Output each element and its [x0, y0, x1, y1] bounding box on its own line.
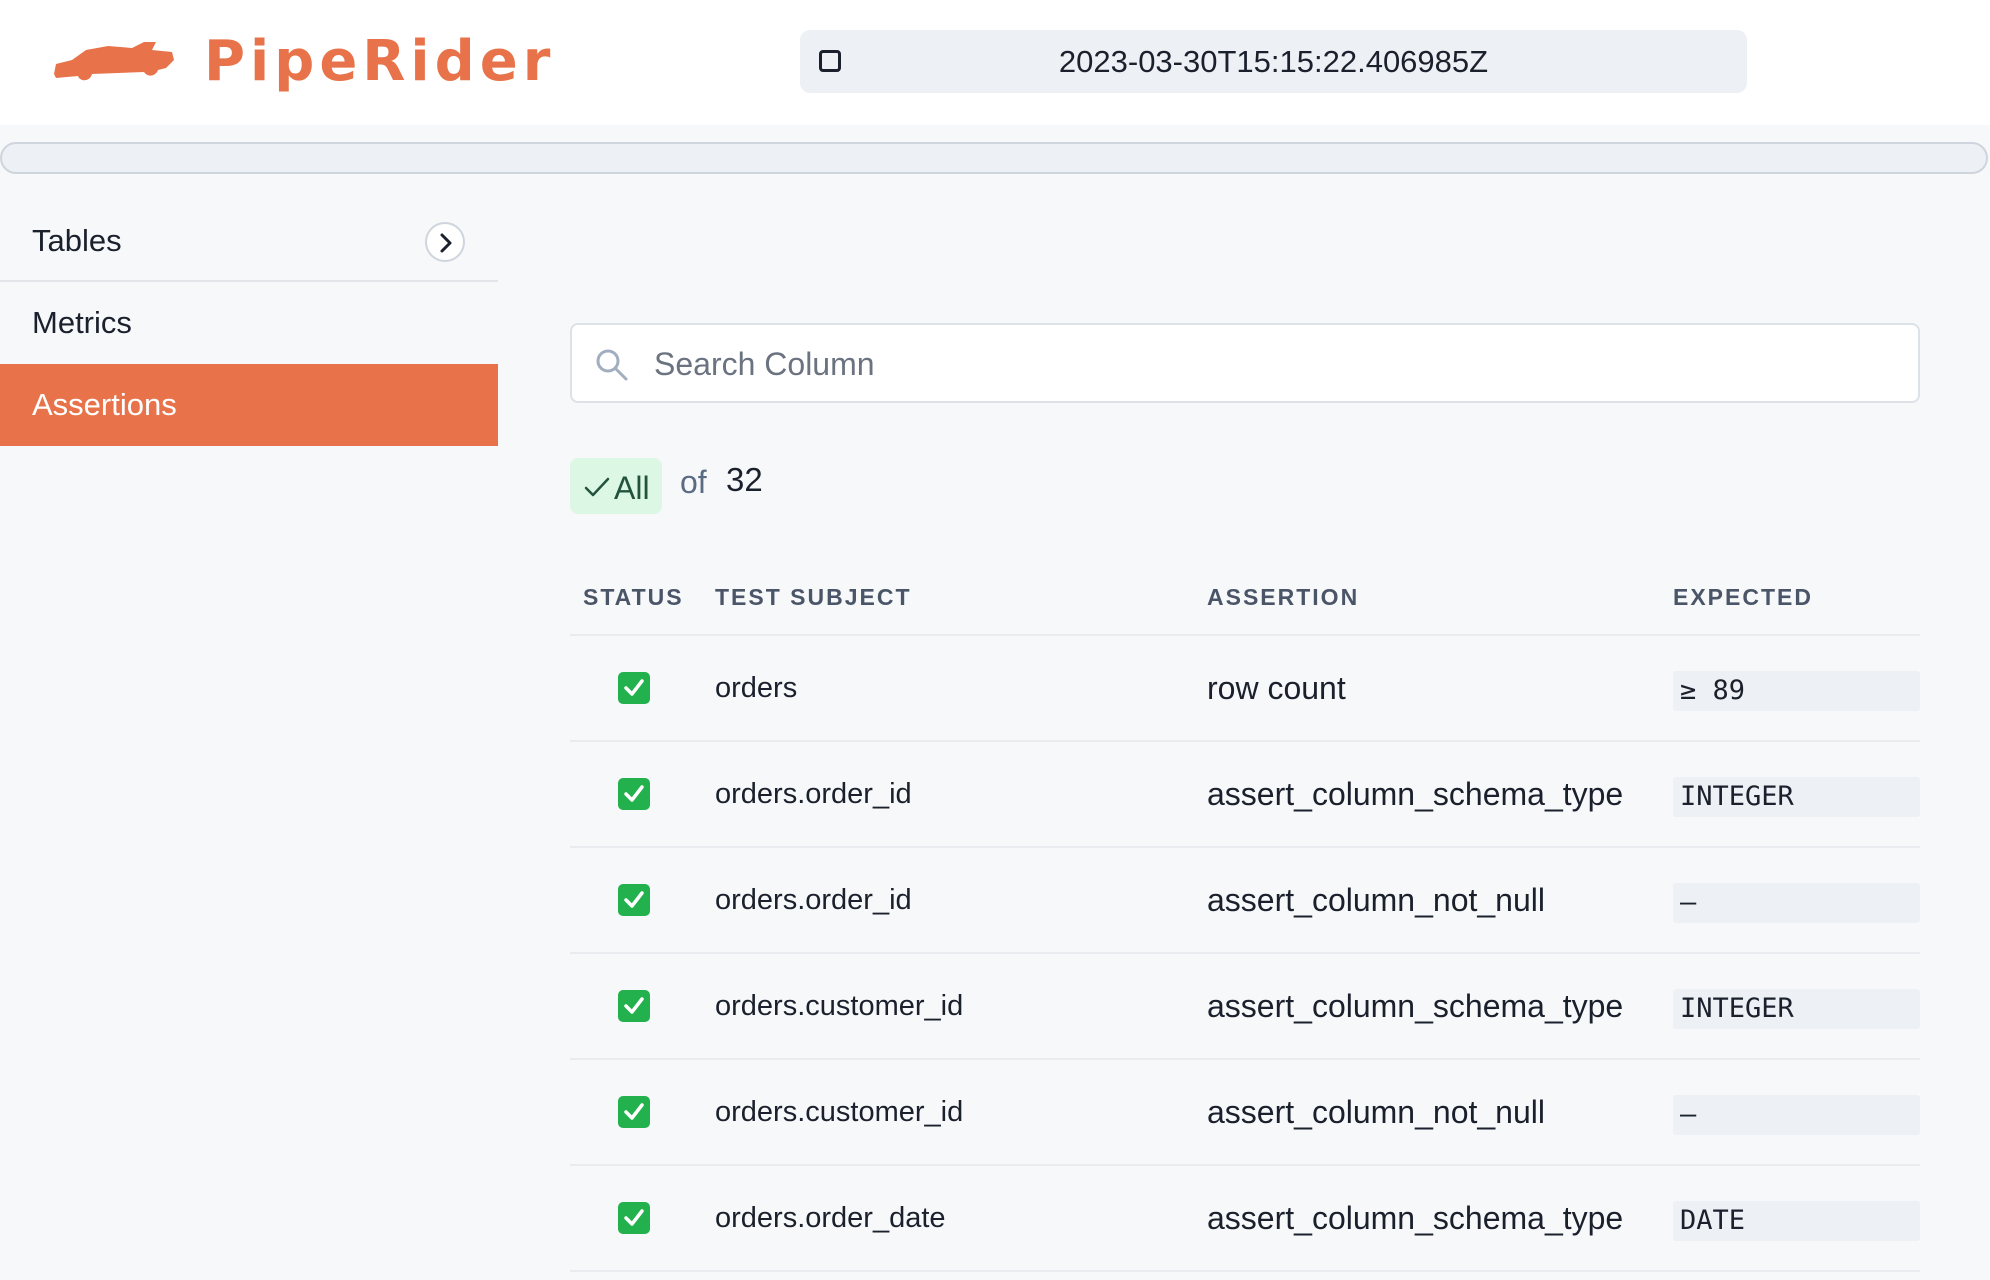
test-subject: orders.customer_id — [715, 990, 964, 1022]
table-row[interactable]: orders row count ≥ 89 — [570, 636, 1920, 742]
assertion-name: assert_column_schema_type — [1207, 988, 1624, 1024]
run-timestamp: 2023-03-30T15:15:22.406985Z — [1058, 44, 1489, 79]
sidebar-item-label: Tables — [32, 223, 122, 258]
expected-value: – — [1673, 883, 1920, 923]
expand-tables-button[interactable] — [425, 222, 465, 262]
sidebar-item-metrics[interactable]: Metrics — [0, 282, 498, 364]
total-count: 32 — [726, 461, 763, 498]
table-row[interactable]: orders.order_date assert_column_schema_t… — [570, 1166, 1920, 1272]
test-subject: orders.order_id — [715, 778, 912, 810]
checkbox-icon[interactable] — [819, 50, 841, 72]
table-row[interactable]: orders.order_id assert_column_not_null – — [570, 848, 1920, 954]
column-header-expected[interactable]: EXPECTED — [1673, 584, 1813, 611]
status-pass-icon — [618, 1096, 650, 1128]
search-input[interactable] — [652, 325, 1896, 403]
test-subject: orders.order_id — [715, 884, 912, 916]
status-pass-icon — [618, 884, 650, 916]
status-pass-icon — [618, 672, 650, 704]
assertion-name: assert_column_schema_type — [1207, 1200, 1624, 1236]
sidebar-item-label: Assertions — [32, 387, 177, 422]
test-subject: orders.customer_id — [715, 1096, 964, 1128]
filter-all-label: All — [614, 470, 650, 506]
assertions-table: STATUS TEST SUBJECT ASSERTION EXPECTED o… — [570, 560, 1920, 1272]
column-header-test-subject[interactable]: TEST SUBJECT — [715, 584, 912, 611]
search-icon — [596, 349, 628, 381]
column-header-assertion[interactable]: ASSERTION — [1207, 584, 1359, 611]
table-row[interactable]: orders.customer_id assert_column_not_nul… — [570, 1060, 1920, 1166]
table-row[interactable]: orders.order_id assert_column_schema_typ… — [570, 742, 1920, 848]
assertion-name: assert_column_schema_type — [1207, 776, 1624, 812]
expected-value: DATE — [1673, 1201, 1920, 1241]
logo-text[interactable]: PipeRider — [204, 26, 555, 98]
sidebar-item-label: Metrics — [32, 305, 132, 340]
of-label: of — [680, 464, 707, 500]
table-header: STATUS TEST SUBJECT ASSERTION EXPECTED — [570, 560, 1920, 636]
check-icon — [584, 477, 610, 497]
status-pass-icon — [618, 990, 650, 1022]
app-header: PipeRider 2023-03-30T15:15:22.406985Z — [0, 0, 1990, 125]
status-pass-icon — [618, 778, 650, 810]
expected-value: INTEGER — [1673, 777, 1920, 817]
expected-value: ≥ 89 — [1673, 671, 1920, 711]
test-subject: orders.order_date — [715, 1202, 946, 1234]
status-pass-icon — [618, 1202, 650, 1234]
test-subject: orders — [715, 672, 798, 704]
search-box[interactable] — [570, 323, 1920, 403]
expected-value: – — [1673, 1095, 1920, 1135]
sidebar: Tables Metrics Assertions — [0, 200, 498, 446]
sidebar-item-assertions[interactable]: Assertions — [0, 364, 498, 446]
column-header-status[interactable]: STATUS — [583, 584, 684, 611]
sidebar-item-tables[interactable]: Tables — [0, 200, 498, 282]
top-bar — [0, 142, 1988, 174]
table-row[interactable]: orders.customer_id assert_column_schema_… — [570, 954, 1920, 1060]
assertion-name: row count — [1207, 670, 1346, 706]
assertion-name: assert_column_not_null — [1207, 882, 1545, 918]
filter-all-chip[interactable]: All — [570, 458, 662, 514]
run-selector[interactable]: 2023-03-30T15:15:22.406985Z — [800, 30, 1747, 93]
chevron-right-icon — [440, 233, 452, 253]
car-logo-icon — [54, 42, 174, 81]
expected-value: INTEGER — [1673, 989, 1920, 1029]
assertion-name: assert_column_not_null — [1207, 1094, 1545, 1130]
